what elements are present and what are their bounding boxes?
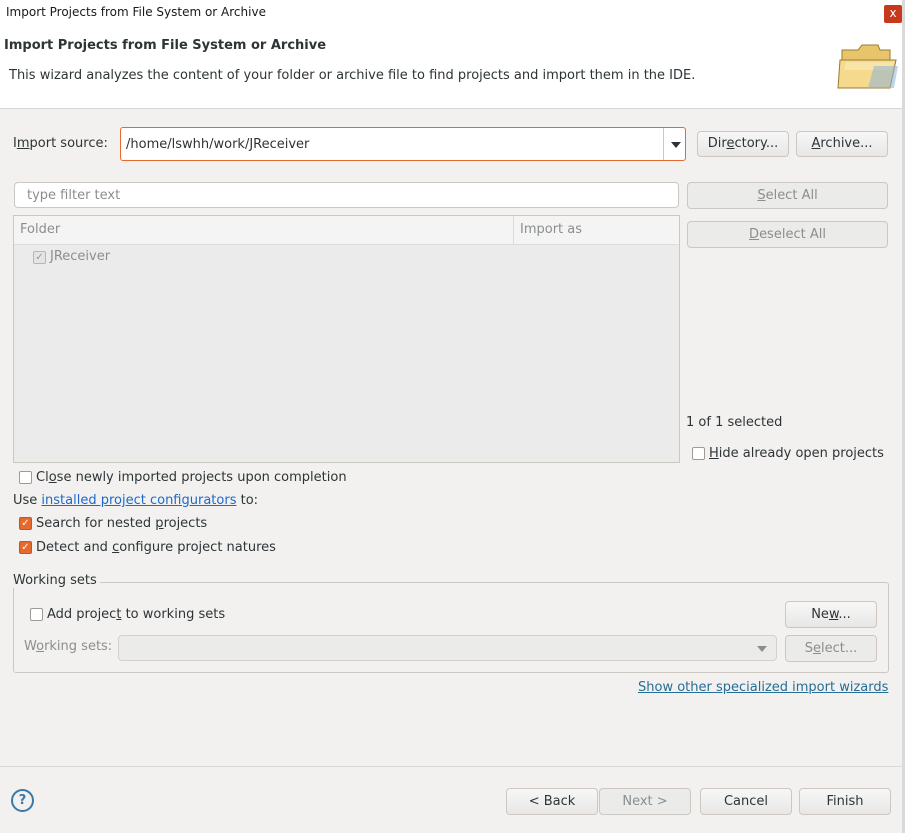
detect-natures-label[interactable]: Detect and configure project natures xyxy=(36,540,276,555)
working-sets-mnemonic: o xyxy=(36,639,45,654)
new-working-set-button[interactable]: New... xyxy=(785,601,877,628)
add-to-working-sets-checkbox[interactable] xyxy=(30,608,43,621)
hide-open-mnemonic: H xyxy=(709,446,719,461)
working-sets-combo[interactable] xyxy=(118,635,777,661)
installed-configurators-link[interactable]: installed project configurators xyxy=(41,493,236,508)
select-all-button[interactable]: Select All xyxy=(687,182,888,209)
working-sets-label: Working sets: xyxy=(24,639,112,654)
hide-open-label-rest: ide already open projects xyxy=(718,446,884,461)
help-icon[interactable]: ? xyxy=(11,789,34,812)
hide-open-projects-checkbox[interactable] xyxy=(692,447,705,460)
directory-button[interactable]: Directory... xyxy=(697,131,789,157)
configurators-text: Use installed project configurators to: xyxy=(13,493,258,508)
search-nested-label-part: Search for nested xyxy=(36,516,156,531)
working-sets-label-part: W xyxy=(24,639,37,654)
archive-button[interactable]: Archive... xyxy=(796,131,888,157)
search-nested-label-rest: rojects xyxy=(163,516,208,531)
add-working-sets-label-rest: to working sets xyxy=(121,607,226,622)
close-projects-checkbox[interactable] xyxy=(19,471,32,484)
hide-open-projects-label[interactable]: Hide already open projects xyxy=(709,446,884,461)
filter-field[interactable] xyxy=(14,182,679,208)
archive-button-label-rest: rchive... xyxy=(820,136,873,151)
new-button-mnemonic: w xyxy=(828,607,839,622)
wizard-title: Import Projects from File System or Arch… xyxy=(4,38,327,53)
other-import-wizards-link[interactable]: Show other specialized import wizards xyxy=(638,680,888,695)
row-checkbox[interactable]: ✓ xyxy=(33,251,46,264)
working-sets-group-label: Working sets xyxy=(13,573,100,588)
select-all-label-rest: elect All xyxy=(765,188,818,203)
table-row[interactable]: ✓ JReceiver xyxy=(14,244,679,268)
deselect-all-label-rest: eselect All xyxy=(759,227,826,242)
row-folder-name: JReceiver xyxy=(50,249,111,264)
select-button-label-rest: lect... xyxy=(821,641,858,656)
search-nested-mnemonic: p xyxy=(155,516,164,531)
deselect-all-button[interactable]: Deselect All xyxy=(687,221,888,248)
working-sets-label-rest: rking sets: xyxy=(44,639,113,654)
select-working-sets-button[interactable]: Select... xyxy=(785,635,877,662)
add-working-sets-label-part: Add projec xyxy=(47,607,117,622)
select-button-label: S xyxy=(804,641,813,656)
back-button[interactable]: < Back xyxy=(506,788,598,815)
import-source-mnemonic: m xyxy=(16,136,30,151)
cancel-button[interactable]: Cancel xyxy=(700,788,792,815)
search-nested-label[interactable]: Search for nested projects xyxy=(36,516,207,531)
close-button[interactable]: x xyxy=(884,5,902,23)
select-all-mnemonic: S xyxy=(757,188,766,203)
close-projects-label-rest: se newly imported projects upon completi… xyxy=(56,470,347,485)
wizard-header: Import Projects from File System or Arch… xyxy=(0,26,905,109)
new-button-label: Ne xyxy=(811,607,829,622)
table-header: Folder Import as xyxy=(14,216,679,245)
finish-button[interactable]: Finish xyxy=(799,788,891,815)
configurators-suffix: to: xyxy=(236,493,259,508)
directory-button-label-rest: ctory... xyxy=(734,136,779,151)
add-to-working-sets-label[interactable]: Add project to working sets xyxy=(47,607,225,622)
select-button-mnemonic: e xyxy=(813,641,821,656)
folder-open-icon xyxy=(837,44,898,89)
selection-count: 1 of 1 selected xyxy=(686,415,783,430)
directory-button-label: Dir xyxy=(707,136,727,151)
footer-divider xyxy=(0,766,905,767)
window-title: Import Projects from File System or Arch… xyxy=(6,5,266,19)
close-projects-label[interactable]: Close newly imported projects upon compl… xyxy=(36,470,347,485)
deselect-all-mnemonic: D xyxy=(749,227,760,242)
import-source-label-rest: port source: xyxy=(29,136,108,151)
configurators-prefix: Use xyxy=(13,493,42,508)
column-header-import-as[interactable]: Import as xyxy=(520,222,582,237)
detect-natures-label-part: Detect and xyxy=(36,540,113,555)
chevron-down-icon[interactable] xyxy=(663,128,687,160)
column-header-folder[interactable]: Folder xyxy=(20,222,60,237)
wizard-description: This wizard analyzes the content of your… xyxy=(9,68,696,83)
new-button-label-rest: ... xyxy=(838,607,851,622)
close-projects-mnemonic: o xyxy=(48,470,57,485)
title-bar: Import Projects from File System or Arch… xyxy=(0,0,905,26)
search-nested-checkbox[interactable]: ✓ xyxy=(19,517,32,530)
detect-natures-checkbox[interactable]: ✓ xyxy=(19,541,32,554)
next-button[interactable]: Next > xyxy=(599,788,691,815)
column-divider[interactable] xyxy=(513,216,514,244)
import-source-value[interactable]: /home/lswhh/work/JReceiver xyxy=(126,137,309,152)
close-projects-label-part: Cl xyxy=(36,470,49,485)
detect-natures-label-rest: onfigure project natures xyxy=(119,540,276,555)
import-source-combo[interactable]: /home/lswhh/work/JReceiver xyxy=(120,127,686,161)
import-source-label: Import source: xyxy=(13,136,108,151)
filter-input[interactable] xyxy=(25,187,659,204)
projects-table[interactable]: Folder Import as ✓ JReceiver xyxy=(13,215,680,463)
